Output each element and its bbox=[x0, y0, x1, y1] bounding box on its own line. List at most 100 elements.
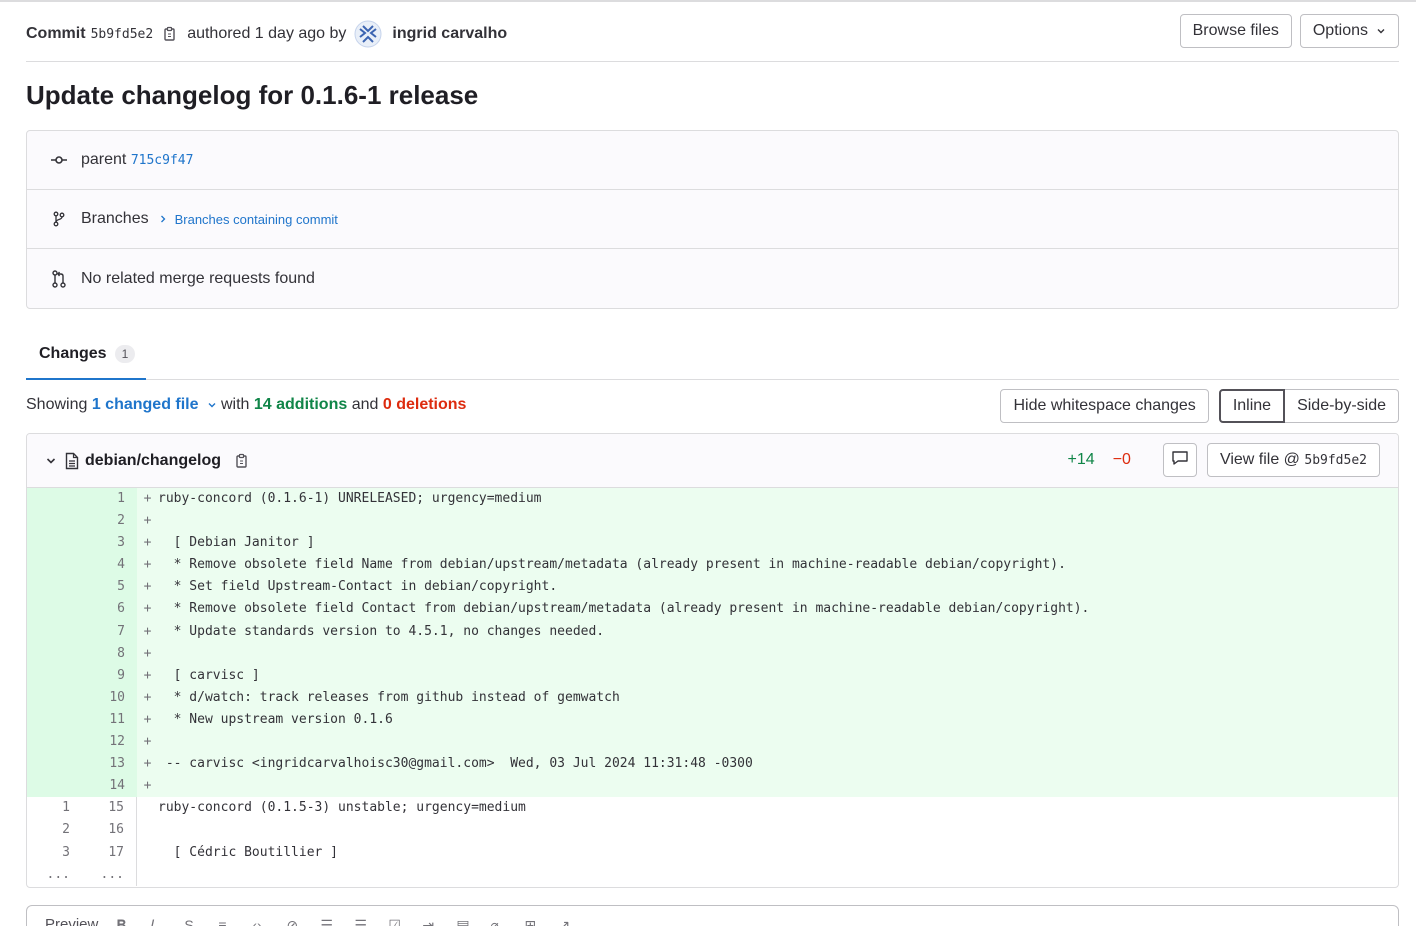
changed-files-dropdown[interactable]: 1 changed file bbox=[92, 396, 217, 414]
tab-changes[interactable]: Changes 1 bbox=[26, 330, 146, 380]
commit-icon bbox=[49, 155, 69, 165]
preview-tab[interactable]: Preview bbox=[45, 916, 98, 926]
new-line-number[interactable]: 4 bbox=[82, 554, 137, 577]
code-icon[interactable]: ‹› bbox=[252, 917, 268, 926]
additions-count: 14 additions bbox=[253, 396, 348, 413]
insert-icon[interactable]: ⊞ bbox=[524, 917, 540, 926]
diff-line: 5 + * Set field Upstream-Contact in debia… bbox=[27, 576, 1398, 599]
diff-code: * d/watch: track releases from github in… bbox=[158, 689, 620, 705]
diff-sign bbox=[137, 842, 158, 864]
numbered-list-icon[interactable]: ☰ bbox=[354, 917, 370, 926]
and-text: and bbox=[351, 396, 379, 413]
fullscreen-icon[interactable]: ↗ bbox=[558, 917, 574, 926]
old-line-number[interactable]: 2 bbox=[27, 819, 82, 841]
new-line-number[interactable]: 7 bbox=[82, 620, 137, 643]
side-by-side-view-button[interactable]: Side-by-side bbox=[1285, 389, 1399, 423]
old-line-number[interactable] bbox=[27, 664, 82, 687]
diff-sign: + bbox=[143, 689, 152, 705]
new-line-number[interactable]: 12 bbox=[82, 731, 137, 754]
old-line-number[interactable] bbox=[27, 686, 82, 709]
new-line-number[interactable]: 17 bbox=[82, 841, 137, 864]
task-list-icon[interactable]: ☑ bbox=[388, 917, 404, 926]
merge-requests-row: No related merge requests found bbox=[27, 249, 1398, 308]
hide-whitespace-button[interactable]: Hide whitespace changes bbox=[1000, 389, 1209, 423]
diff-line: 11 + * New upstream version 0.1.6 bbox=[27, 708, 1398, 732]
comment-button[interactable] bbox=[1162, 443, 1197, 477]
new-line-number[interactable]: 8 bbox=[82, 642, 137, 665]
new-line-number[interactable]: 2 bbox=[82, 510, 137, 533]
old-line-number[interactable] bbox=[27, 510, 82, 533]
old-line-number[interactable] bbox=[27, 731, 82, 754]
new-line-number[interactable]: 6 bbox=[82, 598, 137, 621]
list-icon[interactable]: ≡ bbox=[218, 917, 234, 926]
old-line-number[interactable] bbox=[27, 775, 82, 798]
link-icon[interactable]: ⊘ bbox=[286, 917, 302, 926]
bullet-list-icon[interactable]: ☰ bbox=[320, 917, 336, 926]
diff-line: 4 + * Remove obsolete field Name from deb… bbox=[27, 554, 1398, 577]
branches-row: Branches Branches containing commit bbox=[27, 190, 1398, 249]
tabs-bar: Changes 1 bbox=[26, 330, 1399, 380]
indent-icon[interactable]: ⇥ bbox=[422, 917, 438, 926]
old-line-number[interactable] bbox=[27, 554, 82, 577]
old-line-number[interactable] bbox=[27, 488, 82, 511]
inline-view-button[interactable]: Inline bbox=[1218, 389, 1286, 423]
diff-line: 9 + [ carvisc ] bbox=[27, 664, 1398, 687]
old-line-number[interactable]: 3 bbox=[27, 842, 82, 864]
view-file-button[interactable]: View file @ 5b9fd5e2 bbox=[1206, 443, 1380, 477]
table-icon[interactable]: ▤ bbox=[456, 917, 472, 926]
diff-sign: + bbox=[143, 601, 152, 617]
file-path[interactable]: debian/changelog bbox=[85, 452, 221, 470]
old-line-number[interactable] bbox=[27, 532, 82, 555]
diff-code: * Remove obsolete field Contact from deb… bbox=[158, 601, 1090, 617]
parent-sha-link[interactable]: 715c9f47 bbox=[131, 153, 194, 168]
file-header: debian/changelog +14 −0 View file @ 5b9f… bbox=[27, 434, 1398, 488]
comment-editor: Preview 𝐁 𝐼 S ≡ ‹› ⊘ ☰ ☰ ☑ ⇥ ▤ ⌀ ⊞ ↗ bbox=[26, 905, 1399, 926]
diff-line: 2 + bbox=[27, 510, 1398, 533]
italic-icon[interactable]: 𝐼 bbox=[150, 917, 166, 926]
old-line-number[interactable] bbox=[27, 753, 82, 776]
bold-icon[interactable]: 𝐁 bbox=[116, 917, 132, 926]
commit-label: Commit bbox=[26, 25, 86, 42]
diff-code: * Update standards version to 4.5.1, no … bbox=[158, 623, 605, 639]
options-button[interactable]: Options bbox=[1299, 14, 1399, 48]
new-line-number[interactable]: 14 bbox=[82, 775, 137, 798]
old-line-number[interactable] bbox=[27, 708, 82, 732]
new-line-number[interactable]: 13 bbox=[82, 753, 137, 776]
old-line-number[interactable] bbox=[27, 620, 82, 643]
comment-icon bbox=[1171, 450, 1189, 471]
old-line-number[interactable] bbox=[27, 642, 82, 665]
old-line-number[interactable] bbox=[27, 576, 82, 599]
page-title: Update changelog for 0.1.6-1 release bbox=[26, 80, 479, 110]
diff-line: 12 + bbox=[27, 731, 1398, 754]
author-name[interactable]: ingrid carvalho bbox=[392, 25, 507, 43]
new-line-number[interactable]: 3 bbox=[82, 532, 137, 555]
file-additions-stat: +14 bbox=[1067, 451, 1095, 468]
diff-code: ruby-concord (0.1.5-3) unstable; urgency… bbox=[158, 800, 526, 816]
branches-containing-link[interactable]: Branches containing commit bbox=[159, 212, 338, 227]
top-divider bbox=[0, 0, 1416, 2]
diff-sign bbox=[137, 819, 158, 841]
strikethrough-icon[interactable]: S bbox=[184, 917, 200, 926]
header-actions: Browse files Options bbox=[1179, 14, 1399, 48]
author-avatar[interactable] bbox=[354, 20, 382, 48]
new-line-number[interactable]: 16 bbox=[82, 819, 137, 842]
new-line-number[interactable]: 15 bbox=[82, 797, 137, 820]
new-line-number[interactable]: 11 bbox=[82, 708, 137, 732]
diff-code: * Set field Upstream-Contact in debian/c… bbox=[158, 579, 558, 595]
new-line-number[interactable]: ... bbox=[82, 863, 137, 886]
changes-count-badge: 1 bbox=[114, 345, 136, 363]
attach-icon[interactable]: ⌀ bbox=[490, 917, 506, 926]
copy-sha-icon[interactable] bbox=[159, 23, 181, 45]
browse-files-button[interactable]: Browse files bbox=[1179, 14, 1292, 48]
commit-meta: Commit 5b9fd5e2 authored 1 day ago by in… bbox=[26, 20, 507, 48]
copy-path-icon[interactable] bbox=[231, 450, 253, 472]
options-label: Options bbox=[1312, 22, 1368, 39]
old-line-number[interactable] bbox=[27, 598, 82, 621]
new-line-number[interactable]: 1 bbox=[82, 488, 137, 511]
new-line-number[interactable]: 10 bbox=[82, 686, 137, 709]
old-line-number[interactable]: ... bbox=[27, 864, 82, 886]
new-line-number[interactable]: 9 bbox=[82, 664, 137, 687]
new-line-number[interactable]: 5 bbox=[82, 576, 137, 599]
old-line-number[interactable]: 1 bbox=[27, 797, 82, 819]
collapse-chevron-icon[interactable] bbox=[45, 455, 57, 467]
